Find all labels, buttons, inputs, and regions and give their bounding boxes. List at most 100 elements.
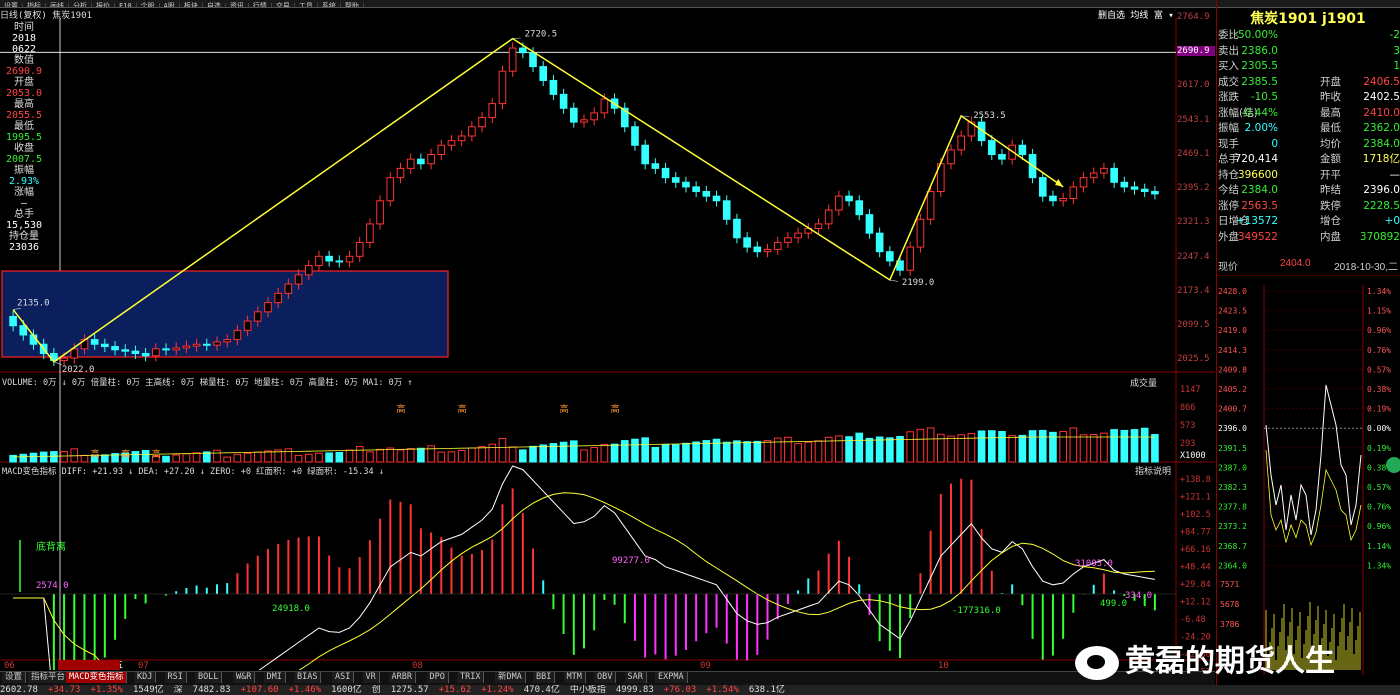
quote-row: 现手 0 均价 2384.0 (1218, 137, 1400, 152)
candle (60, 357, 68, 361)
candle (427, 154, 435, 165)
volume-bar (294, 454, 303, 463)
candle (1069, 186, 1078, 199)
mini-axis-left-label: 2373.2 (1218, 522, 1247, 531)
volume-bar (886, 437, 894, 463)
indicator-tab[interactable]: BBI (533, 672, 556, 683)
indicator-tab[interactable]: RSI (164, 672, 187, 683)
volume-axis-label: X1000 (1180, 451, 1206, 461)
indicator-tab[interactable]: BOLL (195, 672, 223, 683)
volume-bar (233, 453, 242, 463)
price-axis-label: 2025.5 (1177, 354, 1210, 365)
mini-axis-right-label: 0.19% (1367, 405, 1391, 414)
price-label: 2199.0 (902, 278, 935, 288)
indicator-tab[interactable]: MACD变色指标 (66, 672, 128, 683)
volume-bar (386, 447, 395, 463)
quote-value: 396600 (1237, 168, 1278, 181)
indicator-tab[interactable]: MTM (563, 672, 586, 683)
now-price-row: 现价 2404.0 2018-10-30,二 (1218, 258, 1398, 273)
indicator-tab[interactable]: DPO (426, 672, 449, 683)
candle (1038, 177, 1047, 197)
indicator-tab[interactable]: SAR (624, 672, 647, 683)
candle (702, 191, 711, 197)
candle (304, 265, 313, 276)
quote-row: 振幅 2.00% 最低 2362.0 (1218, 121, 1400, 136)
candle (223, 339, 231, 343)
candle (722, 200, 731, 220)
candle (488, 103, 497, 118)
volume-bar (1130, 429, 1139, 463)
macd-label: 2574.0 (36, 581, 69, 591)
indicator-tab[interactable]: ASI (332, 672, 355, 683)
volume-bar (733, 440, 741, 463)
indicator-tab[interactable]: 新DMA (495, 672, 526, 683)
volume-bar (1008, 435, 1016, 463)
volume-bar (682, 442, 690, 463)
quote-value: 2228.5 (1363, 199, 1400, 212)
status-item: 4999.83 (615, 685, 654, 695)
mini-axis-left-label: 2368.7 (1218, 542, 1247, 551)
volume-bar (366, 451, 374, 463)
quote-key: 外盘 (1218, 230, 1239, 243)
quote-title: 焦炭1901 j1901 (1250, 11, 1366, 27)
quote-key: 今结 (1218, 184, 1239, 196)
macd-label: 499.0 (1100, 599, 1127, 609)
volume-bar (906, 431, 915, 463)
mini-vol-axis-label: 7571 (1220, 580, 1239, 589)
indicator-tab[interactable]: ARBR (388, 672, 416, 683)
indicator-tab[interactable]: EXPMA (655, 672, 688, 683)
volume-bar (896, 435, 904, 463)
candle (70, 348, 79, 359)
candle (661, 167, 670, 179)
status-item: 470.4亿 (523, 685, 560, 695)
candle (121, 349, 130, 352)
volume-bar (437, 451, 446, 463)
volume-bar (753, 440, 762, 463)
volume-bar (692, 441, 700, 463)
quote-key: 内盘 (1320, 230, 1341, 243)
mini-axis-right-label: 0.76% (1367, 503, 1391, 512)
volume-bar (396, 449, 405, 463)
volume-bar (784, 436, 792, 463)
indicator-tab[interactable]: TRIX (457, 672, 485, 683)
quote-key: 昨收 (1320, 91, 1341, 103)
candle (600, 98, 609, 114)
date-highlight (58, 660, 120, 670)
volume-bar (427, 445, 435, 463)
price-axis-label: 2321.3 (1177, 217, 1210, 228)
indicator-tab[interactable]: VR (362, 672, 380, 683)
volume-bar (855, 432, 864, 463)
quote-value: -50.00% (1234, 29, 1278, 41)
candle (906, 246, 915, 271)
indicator-tab[interactable]: DMI (263, 672, 286, 683)
volume-bar (987, 430, 996, 463)
candle (682, 181, 690, 188)
indicator-tab[interactable]: 指标平台 (28, 672, 70, 683)
macd-label: 24918.0 (272, 604, 310, 614)
candle (19, 325, 28, 336)
macd-axis-label: +29.84 (1180, 580, 1211, 590)
indicator-tab[interactable]: KDJ (134, 672, 157, 683)
volume-bar (620, 440, 629, 463)
volume-high-mark: 高 (458, 403, 467, 415)
quote-value: 2410.0 (1363, 106, 1400, 119)
volume-bar (1059, 431, 1067, 463)
indicator-tab[interactable]: 设置 (2, 672, 27, 683)
volume-axis-label: 573 (1180, 421, 1195, 431)
price-label: 2720.5 (525, 30, 558, 40)
quote-value: 2406.5 (1363, 75, 1400, 88)
candle (498, 70, 507, 105)
quote-key: 卖出 (1218, 44, 1239, 57)
quote-value: 2563.5 (1241, 199, 1278, 212)
now-date: 2018-10-30,二 (1334, 262, 1398, 273)
volume-bar (19, 453, 28, 463)
indicator-tab[interactable]: W&R (233, 672, 256, 683)
indicator-tab[interactable]: BIAS (294, 672, 322, 683)
volume-bar (957, 434, 966, 463)
volume-bar (325, 452, 333, 463)
candle (315, 255, 323, 267)
volume-bar (101, 454, 109, 463)
indicator-tab[interactable]: OBV (594, 672, 617, 683)
candle (172, 347, 181, 351)
volume-bar (447, 451, 456, 463)
